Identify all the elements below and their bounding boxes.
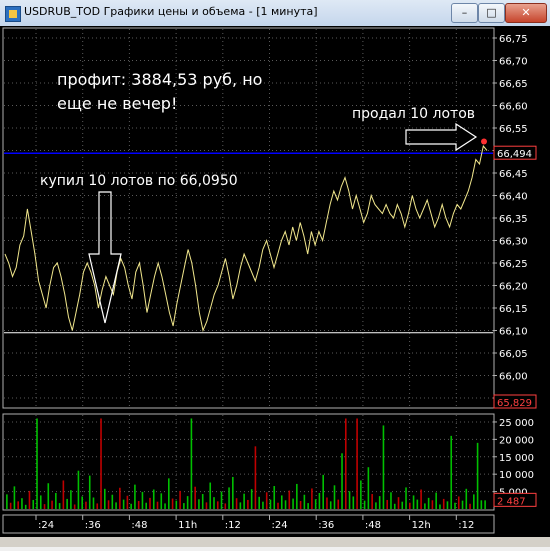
volume-scale: 25 00020 00015 00010 0005 0002 487 bbox=[493, 418, 537, 507]
price-tick-label: 66,70 bbox=[499, 57, 528, 68]
price-tick-label: 66,00 bbox=[499, 372, 528, 383]
price-tick-label: 66,60 bbox=[499, 102, 528, 113]
profit-annotation-line2: еще не вечер! bbox=[57, 94, 178, 113]
low-price-badge-label: 65,829 bbox=[497, 398, 532, 409]
minimize-button[interactable]: – bbox=[451, 3, 478, 23]
price-tick-label: 66,10 bbox=[499, 327, 528, 338]
volume-tick-label: 25 000 bbox=[499, 418, 534, 429]
time-tick-label: :48 bbox=[365, 520, 381, 531]
last-volume-badge-label: 2 487 bbox=[497, 496, 526, 507]
time-tick-label: :12 bbox=[225, 520, 241, 531]
status-strip bbox=[0, 537, 550, 547]
price-tick-label: 66,15 bbox=[499, 304, 528, 315]
profit-annotation-line1: профит: 3884,53 руб, но bbox=[57, 70, 263, 89]
price-tick-label: 66,65 bbox=[499, 79, 528, 90]
window-title: USDRUB_TOD Графики цены и объема - [1 ми… bbox=[24, 5, 318, 18]
time-tick-label: 11h bbox=[178, 520, 197, 531]
price-tick-label: 66,55 bbox=[499, 124, 528, 135]
close-button[interactable]: ✕ bbox=[505, 3, 547, 23]
price-tick-label: 66,40 bbox=[499, 192, 528, 203]
price-tick-label: 66,30 bbox=[499, 237, 528, 248]
price-layer bbox=[4, 138, 488, 333]
price-end-marker bbox=[481, 138, 487, 145]
title-bar[interactable]: USDRUB_TOD Графики цены и объема - [1 ми… bbox=[0, 0, 550, 27]
time-tick-label: :36 bbox=[85, 520, 101, 531]
price-tick-label: 66,20 bbox=[499, 282, 528, 293]
bought-annotation: купил 10 лотов по 66,0950 bbox=[40, 173, 238, 189]
price-tick-label: 66,35 bbox=[499, 214, 528, 225]
chart-window: USDRUB_TOD Графики цены и объема - [1 ми… bbox=[0, 0, 550, 547]
time-tick-label: :24 bbox=[272, 520, 288, 531]
volume-bars bbox=[6, 418, 486, 509]
price-tick-label: 66,75 bbox=[499, 34, 528, 45]
price-scale: 66,7566,7066,6566,6066,5566,5066,4566,40… bbox=[493, 34, 537, 409]
volume-tick-label: 10 000 bbox=[499, 470, 534, 481]
time-tick-label: 12h bbox=[412, 520, 431, 531]
buy-arrow bbox=[88, 191, 122, 324]
volume-tick-label: 15 000 bbox=[499, 453, 534, 464]
time-tick-label: :24 bbox=[38, 520, 54, 531]
time-tick-label: :36 bbox=[318, 520, 334, 531]
time-tick-label: :12 bbox=[458, 520, 474, 531]
sold-annotation: продал 10 лотов bbox=[352, 106, 476, 122]
maximize-button[interactable]: □ bbox=[478, 3, 505, 23]
current-price-badge-label: 66,494 bbox=[497, 149, 532, 160]
time-tick-label: :48 bbox=[131, 520, 147, 531]
chart-area[interactable]: 66,7566,7066,6566,6066,5566,5066,4566,40… bbox=[0, 26, 550, 547]
volume-tick-label: 20 000 bbox=[499, 435, 534, 446]
price-tick-label: 66,25 bbox=[499, 259, 528, 270]
price-tick-label: 66,45 bbox=[499, 169, 528, 180]
price-tick-label: 66,05 bbox=[499, 349, 528, 360]
app-icon bbox=[5, 6, 21, 22]
